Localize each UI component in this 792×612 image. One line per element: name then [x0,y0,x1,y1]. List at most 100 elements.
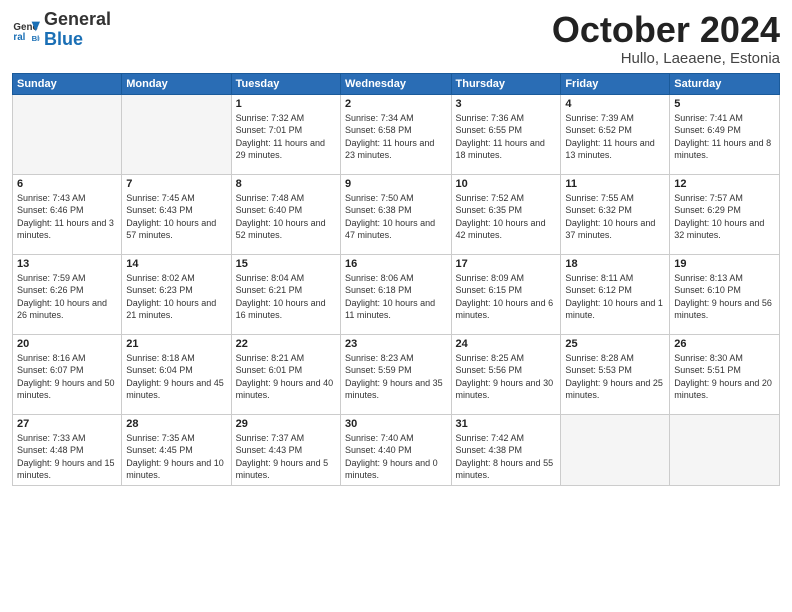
day-number: 19 [674,258,775,270]
day-info: Sunrise: 7:42 AMSunset: 4:38 PMDaylight:… [456,432,557,482]
day-number: 11 [565,178,665,190]
day-number: 31 [456,418,557,430]
logo-blue: Blue [44,30,111,50]
header: Gene ral Blue General Blue October 2024 … [12,10,780,67]
table-row: 23 Sunrise: 8:23 AMSunset: 5:59 PMDaylig… [341,334,451,414]
day-number: 15 [236,258,336,270]
table-row: 13 Sunrise: 7:59 AMSunset: 6:26 PMDaylig… [13,254,122,334]
day-number: 27 [17,418,117,430]
table-row: 18 Sunrise: 8:11 AMSunset: 6:12 PMDaylig… [561,254,670,334]
day-number: 18 [565,258,665,270]
table-row: 26 Sunrise: 8:30 AMSunset: 5:51 PMDaylig… [670,334,780,414]
table-row: 2 Sunrise: 7:34 AMSunset: 6:58 PMDayligh… [341,94,451,174]
day-info: Sunrise: 7:45 AMSunset: 6:43 PMDaylight:… [126,192,226,242]
day-info: Sunrise: 8:06 AMSunset: 6:18 PMDaylight:… [345,272,446,322]
day-number: 7 [126,178,226,190]
col-monday: Monday [122,73,231,94]
svg-text:ral: ral [13,32,25,43]
table-row [561,414,670,485]
day-info: Sunrise: 7:55 AMSunset: 6:32 PMDaylight:… [565,192,665,242]
logo-text: General Blue [44,10,111,50]
calendar-header-row: Sunday Monday Tuesday Wednesday Thursday… [13,73,780,94]
table-row [670,414,780,485]
svg-text:Blue: Blue [32,34,40,43]
table-row: 22 Sunrise: 8:21 AMSunset: 6:01 PMDaylig… [231,334,340,414]
day-info: Sunrise: 7:34 AMSunset: 6:58 PMDaylight:… [345,112,446,162]
day-info: Sunrise: 7:33 AMSunset: 4:48 PMDaylight:… [17,432,117,482]
table-row: 19 Sunrise: 8:13 AMSunset: 6:10 PMDaylig… [670,254,780,334]
day-number: 8 [236,178,336,190]
title-block: October 2024 Hullo, Laeaene, Estonia [552,10,780,67]
day-number: 2 [345,98,446,110]
table-row: 9 Sunrise: 7:50 AMSunset: 6:38 PMDayligh… [341,174,451,254]
day-number: 20 [17,338,117,350]
table-row: 31 Sunrise: 7:42 AMSunset: 4:38 PMDaylig… [451,414,561,485]
day-info: Sunrise: 7:37 AMSunset: 4:43 PMDaylight:… [236,432,336,482]
table-row: 11 Sunrise: 7:55 AMSunset: 6:32 PMDaylig… [561,174,670,254]
table-row: 10 Sunrise: 7:52 AMSunset: 6:35 PMDaylig… [451,174,561,254]
table-row: 29 Sunrise: 7:37 AMSunset: 4:43 PMDaylig… [231,414,340,485]
day-info: Sunrise: 7:40 AMSunset: 4:40 PMDaylight:… [345,432,446,482]
table-row: 3 Sunrise: 7:36 AMSunset: 6:55 PMDayligh… [451,94,561,174]
day-number: 9 [345,178,446,190]
col-sunday: Sunday [13,73,122,94]
day-info: Sunrise: 8:04 AMSunset: 6:21 PMDaylight:… [236,272,336,322]
table-row: 27 Sunrise: 7:33 AMSunset: 4:48 PMDaylig… [13,414,122,485]
day-info: Sunrise: 8:30 AMSunset: 5:51 PMDaylight:… [674,352,775,402]
day-number: 4 [565,98,665,110]
table-row: 25 Sunrise: 8:28 AMSunset: 5:53 PMDaylig… [561,334,670,414]
day-info: Sunrise: 7:52 AMSunset: 6:35 PMDaylight:… [456,192,557,242]
day-number: 6 [17,178,117,190]
table-row [13,94,122,174]
day-info: Sunrise: 8:21 AMSunset: 6:01 PMDaylight:… [236,352,336,402]
table-row: 15 Sunrise: 8:04 AMSunset: 6:21 PMDaylig… [231,254,340,334]
day-number: 5 [674,98,775,110]
day-info: Sunrise: 8:09 AMSunset: 6:15 PMDaylight:… [456,272,557,322]
day-number: 25 [565,338,665,350]
day-info: Sunrise: 7:43 AMSunset: 6:46 PMDaylight:… [17,192,117,242]
month-title: October 2024 [552,10,780,50]
day-info: Sunrise: 7:32 AMSunset: 7:01 PMDaylight:… [236,112,336,162]
day-number: 23 [345,338,446,350]
logo-icon: Gene ral Blue [12,16,40,44]
day-info: Sunrise: 8:18 AMSunset: 6:04 PMDaylight:… [126,352,226,402]
calendar: Sunday Monday Tuesday Wednesday Thursday… [12,73,780,486]
day-info: Sunrise: 7:35 AMSunset: 4:45 PMDaylight:… [126,432,226,482]
table-row: 17 Sunrise: 8:09 AMSunset: 6:15 PMDaylig… [451,254,561,334]
table-row: 16 Sunrise: 8:06 AMSunset: 6:18 PMDaylig… [341,254,451,334]
table-row [122,94,231,174]
day-number: 3 [456,98,557,110]
day-number: 30 [345,418,446,430]
day-info: Sunrise: 8:23 AMSunset: 5:59 PMDaylight:… [345,352,446,402]
day-info: Sunrise: 7:36 AMSunset: 6:55 PMDaylight:… [456,112,557,162]
day-number: 13 [17,258,117,270]
day-info: Sunrise: 7:48 AMSunset: 6:40 PMDaylight:… [236,192,336,242]
table-row: 1 Sunrise: 7:32 AMSunset: 7:01 PMDayligh… [231,94,340,174]
col-tuesday: Tuesday [231,73,340,94]
col-thursday: Thursday [451,73,561,94]
table-row: 20 Sunrise: 8:16 AMSunset: 6:07 PMDaylig… [13,334,122,414]
day-number: 14 [126,258,226,270]
day-info: Sunrise: 8:13 AMSunset: 6:10 PMDaylight:… [674,272,775,322]
day-info: Sunrise: 7:57 AMSunset: 6:29 PMDaylight:… [674,192,775,242]
table-row: 8 Sunrise: 7:48 AMSunset: 6:40 PMDayligh… [231,174,340,254]
day-info: Sunrise: 8:16 AMSunset: 6:07 PMDaylight:… [17,352,117,402]
day-number: 10 [456,178,557,190]
col-saturday: Saturday [670,73,780,94]
day-info: Sunrise: 7:50 AMSunset: 6:38 PMDaylight:… [345,192,446,242]
table-row: 7 Sunrise: 7:45 AMSunset: 6:43 PMDayligh… [122,174,231,254]
day-number: 26 [674,338,775,350]
logo-general: General [44,10,111,30]
day-number: 1 [236,98,336,110]
day-info: Sunrise: 8:11 AMSunset: 6:12 PMDaylight:… [565,272,665,322]
day-number: 16 [345,258,446,270]
day-number: 17 [456,258,557,270]
day-number: 29 [236,418,336,430]
day-info: Sunrise: 7:39 AMSunset: 6:52 PMDaylight:… [565,112,665,162]
table-row: 6 Sunrise: 7:43 AMSunset: 6:46 PMDayligh… [13,174,122,254]
table-row: 21 Sunrise: 8:18 AMSunset: 6:04 PMDaylig… [122,334,231,414]
day-number: 21 [126,338,226,350]
table-row: 12 Sunrise: 7:57 AMSunset: 6:29 PMDaylig… [670,174,780,254]
location: Hullo, Laeaene, Estonia [552,50,780,67]
logo: Gene ral Blue General Blue [12,10,111,50]
